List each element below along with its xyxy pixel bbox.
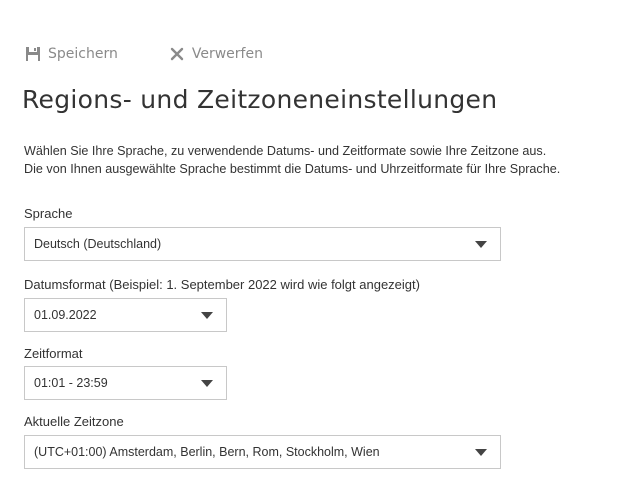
time-format-select-value: 01:01 - 23:59 (34, 376, 108, 390)
chevron-down-icon (200, 310, 214, 320)
floppy-disk-icon (24, 45, 42, 63)
timezone-select[interactable]: (UTC+01:00) Amsterdam, Berlin, Bern, Rom… (24, 435, 501, 469)
timezone-label: Aktuelle Zeitzone (24, 414, 124, 429)
language-select-value: Deutsch (Deutschland) (34, 237, 162, 251)
save-button[interactable]: Speichern (24, 45, 118, 63)
description-line-1: Wählen Sie Ihre Sprache, zu verwendende … (24, 144, 547, 158)
discard-button[interactable]: Verwerfen (168, 45, 263, 63)
chevron-down-icon (200, 378, 214, 388)
x-icon (168, 45, 186, 63)
time-format-label: Zeitformat (24, 346, 83, 361)
save-label: Speichern (48, 46, 118, 62)
language-label: Sprache (24, 206, 73, 221)
chevron-down-icon (474, 239, 488, 249)
chevron-down-icon (474, 447, 488, 457)
date-format-select-value: 01.09.2022 (34, 308, 97, 322)
discard-label: Verwerfen (191, 46, 263, 62)
page-description: Wählen Sie Ihre Sprache, zu verwendende … (24, 142, 636, 178)
command-bar: Speichern Verwerfen (24, 42, 263, 66)
date-format-label: Datumsformat (Beispiel: 1. September 202… (24, 277, 420, 292)
time-format-select[interactable]: 01:01 - 23:59 (24, 366, 227, 400)
page-title: Regions- und Zeitzoneneinstellungen (22, 85, 498, 114)
description-line-2: Die von Ihnen ausgewählte Sprache bestim… (24, 162, 561, 176)
date-format-select[interactable]: 01.09.2022 (24, 298, 227, 332)
language-select[interactable]: Deutsch (Deutschland) (24, 227, 501, 261)
timezone-select-value: (UTC+01:00) Amsterdam, Berlin, Bern, Rom… (34, 445, 380, 459)
